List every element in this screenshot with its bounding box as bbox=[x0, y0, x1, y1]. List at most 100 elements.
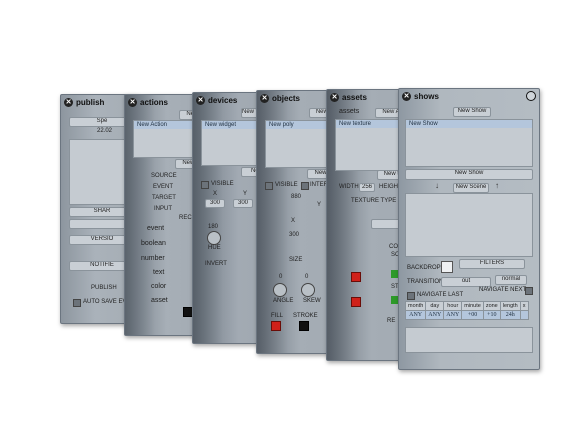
type-asset[interactable]: asset bbox=[151, 297, 168, 304]
actions-titlebar: ✕ actions bbox=[125, 95, 201, 109]
publish-field: 22.02 bbox=[97, 128, 113, 134]
color-swatch-red-2[interactable] bbox=[351, 297, 361, 307]
cell-zone[interactable]: +10 bbox=[482, 310, 501, 320]
panel-title: objects bbox=[272, 93, 301, 103]
schedule-list[interactable] bbox=[405, 327, 533, 353]
assets-panel: ✕ assets assets New A New texture New te… bbox=[326, 89, 408, 361]
transition-normal-select[interactable]: normal bbox=[495, 275, 527, 285]
interact-checkbox[interactable] bbox=[301, 182, 309, 190]
header-minute: minute bbox=[461, 301, 484, 311]
invert-label: INVERT bbox=[205, 261, 227, 267]
objects-panel: ✕ objects New O New poly New p VISIBLE I… bbox=[256, 90, 336, 354]
angle-value: 0 bbox=[279, 274, 283, 280]
header-hour: hour bbox=[443, 301, 463, 311]
cell-hour[interactable]: ANY bbox=[443, 310, 463, 320]
header-month: month bbox=[404, 301, 427, 311]
type-boolean[interactable]: boolean bbox=[141, 240, 166, 247]
cell-empty bbox=[519, 310, 529, 320]
auto-save-checkbox[interactable] bbox=[73, 299, 81, 307]
new-scene-button[interactable]: New Scene bbox=[453, 183, 489, 193]
visible-label: VISIBLE bbox=[275, 182, 298, 188]
texture-type-label: TEXTURE TYPE bbox=[351, 198, 397, 204]
skew-label: SKEW bbox=[303, 298, 321, 304]
type-color[interactable]: color bbox=[151, 283, 166, 290]
header-length: length bbox=[499, 301, 521, 311]
filters-button[interactable]: FILTERS bbox=[459, 259, 525, 269]
field-source: SOURCE bbox=[151, 173, 177, 179]
header-zone: zone bbox=[482, 301, 501, 311]
cell-month[interactable]: ANY bbox=[404, 310, 427, 320]
y-label: Y bbox=[243, 191, 248, 197]
backdrop-label: BACKDROP bbox=[407, 265, 441, 271]
header-day: day bbox=[425, 301, 445, 311]
fill-label: FILL bbox=[271, 313, 284, 319]
hue-label: HUE bbox=[208, 245, 221, 251]
skew-knob[interactable] bbox=[301, 283, 315, 297]
shows-panel: ✕ shows New Show New Show New Show ↓ New… bbox=[398, 88, 540, 370]
scenes-list[interactable] bbox=[405, 193, 533, 257]
transition-out-select[interactable]: out bbox=[441, 277, 491, 287]
panel-title: shows bbox=[414, 91, 439, 101]
publish-label: PUBLISH bbox=[91, 285, 117, 291]
value-300: 300 bbox=[289, 232, 300, 238]
circle-icon[interactable] bbox=[526, 91, 536, 101]
navigate-next-checkbox[interactable] bbox=[525, 287, 533, 295]
size-label: SIZE bbox=[289, 257, 303, 263]
field-input: INPUT bbox=[154, 206, 172, 212]
schedule-table: month day hour minute zone length x ANY … bbox=[404, 301, 529, 320]
stroke-label: STROKE bbox=[293, 313, 318, 319]
transition-label: TRANSITION bbox=[407, 279, 444, 285]
assets-sub-label: assets bbox=[339, 108, 360, 115]
visible-checkbox[interactable] bbox=[265, 182, 273, 190]
type-text[interactable]: text bbox=[153, 269, 164, 276]
close-icon[interactable]: ✕ bbox=[330, 92, 339, 102]
arrow-down-icon[interactable]: ↓ bbox=[435, 181, 439, 190]
list-item[interactable]: New Show bbox=[406, 120, 532, 128]
re-label: RE bbox=[387, 318, 396, 324]
hue-value: 180 bbox=[208, 224, 219, 230]
navigate-next-label: NAVIGATE NEXT bbox=[479, 287, 527, 293]
width-label: WIDTH bbox=[339, 184, 359, 190]
panel-title: assets bbox=[342, 92, 367, 102]
width-input[interactable]: 256 bbox=[359, 183, 375, 192]
close-icon[interactable]: ✕ bbox=[64, 97, 73, 107]
navigate-last-label: NAVIGATE LAST bbox=[417, 292, 464, 298]
close-icon[interactable]: ✕ bbox=[402, 91, 411, 101]
x-input[interactable]: 300 bbox=[205, 199, 225, 208]
assets-titlebar: ✕ assets bbox=[327, 90, 407, 104]
visible-checkbox[interactable] bbox=[201, 181, 209, 189]
hue-knob[interactable] bbox=[207, 231, 221, 245]
close-icon[interactable]: ✕ bbox=[196, 95, 205, 105]
close-icon[interactable]: ✕ bbox=[260, 93, 269, 103]
visible-label: VISIBLE bbox=[211, 181, 234, 187]
add-row-button[interactable]: x bbox=[519, 301, 529, 311]
backdrop-swatch[interactable] bbox=[441, 261, 453, 273]
cell-length[interactable]: 24h bbox=[499, 310, 521, 320]
navigate-last-checkbox[interactable] bbox=[407, 292, 415, 300]
angle-label: ANGLE bbox=[273, 298, 294, 304]
y-label: Y bbox=[317, 202, 322, 208]
x-value: 880 bbox=[291, 194, 302, 200]
close-icon[interactable]: ✕ bbox=[128, 97, 137, 107]
skew-value: 0 bbox=[305, 274, 309, 280]
fill-swatch[interactable] bbox=[271, 321, 281, 331]
new-show-button[interactable]: New Show bbox=[453, 107, 491, 117]
new-show-button-2[interactable]: New Show bbox=[405, 169, 533, 180]
table-header-row: month day hour minute zone length x bbox=[404, 301, 529, 311]
stroke-swatch[interactable] bbox=[299, 321, 309, 331]
shows-list[interactable]: New Show bbox=[405, 119, 533, 167]
arrow-up-icon[interactable]: ↑ bbox=[495, 181, 499, 190]
field-event: EVENT bbox=[153, 184, 174, 190]
color-swatch-red-1[interactable] bbox=[351, 272, 361, 282]
x-label: X bbox=[291, 218, 296, 224]
panel-title: actions bbox=[140, 97, 169, 107]
angle-knob[interactable] bbox=[273, 283, 287, 297]
cell-day[interactable]: ANY bbox=[425, 310, 445, 320]
table-row[interactable]: ANY ANY ANY +00 +10 24h bbox=[404, 310, 529, 320]
cell-minute[interactable]: +00 bbox=[461, 310, 484, 320]
y-input[interactable]: 300 bbox=[233, 199, 253, 208]
actions-panel: ✕ actions New A New Action New A SOURCE … bbox=[124, 94, 202, 336]
type-event[interactable]: event bbox=[147, 225, 164, 232]
type-number[interactable]: number bbox=[141, 255, 165, 262]
shows-titlebar: ✕ shows bbox=[399, 89, 539, 103]
